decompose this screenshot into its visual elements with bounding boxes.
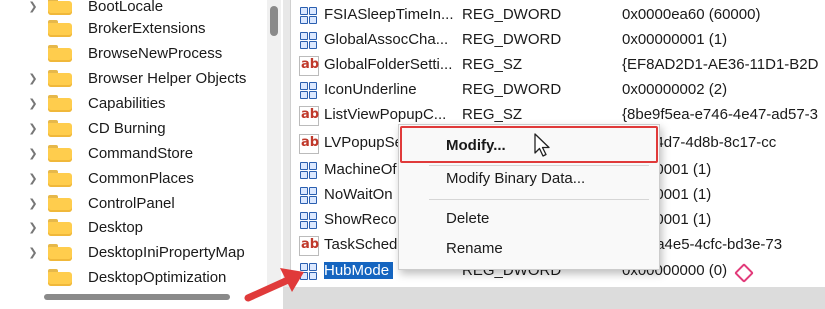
value-data: {8be9f5ea-e746-4e47-ad57-3: [622, 106, 819, 123]
folder-icon: [48, 169, 72, 187]
tree-item-cd-burning[interactable]: ❯ CD Burning: [28, 116, 166, 140]
value-type: REG_SZ: [462, 56, 523, 73]
value-data: 0x00000002 (2): [622, 81, 728, 98]
key-tree-pane[interactable]: ❯ BootLocale BrokerExtensions BrowseNewP…: [0, 0, 265, 287]
folder-icon: [48, 0, 72, 15]
value-row[interactable]: GlobalAssocCha... REG_DWORD 0x00000001 (…: [292, 28, 825, 53]
tree-item-label: ControlPanel: [88, 194, 175, 212]
string-icon: ab: [299, 56, 319, 76]
value-type: REG_SZ: [462, 106, 523, 123]
tree-item-controlpanel[interactable]: ❯ ControlPanel: [28, 191, 175, 215]
chevron-right-icon[interactable]: ❯: [26, 95, 40, 111]
folder-icon: [48, 44, 72, 62]
chevron-right-icon[interactable]: ❯: [26, 120, 40, 136]
annotation-arrow-icon: [244, 268, 304, 302]
chevron-right-icon[interactable]: ❯: [26, 195, 40, 211]
tree-item-label: CommonPlaces: [88, 169, 194, 187]
tree-horizontal-scrollbar-thumb[interactable]: [44, 294, 230, 300]
menu-divider: [429, 199, 649, 200]
value-data: 0x00000001 (1): [622, 31, 728, 48]
xda-logo-icon: [734, 263, 754, 283]
registry-editor-window: ❯ BootLocale BrokerExtensions BrowseNewP…: [0, 0, 825, 287]
string-icon: ab: [299, 134, 319, 154]
folder-icon: [48, 19, 72, 37]
folder-icon: [48, 94, 72, 112]
tree-item-label: BrowseNewProcess: [88, 44, 223, 62]
tree-item-label: Capabilities: [88, 94, 166, 112]
folder-icon: [48, 268, 72, 286]
highlight-box: [400, 126, 658, 163]
tree-item-desktopoptimization[interactable]: DesktopOptimization: [48, 265, 226, 287]
mouse-cursor-icon: [534, 133, 550, 157]
value-data: {EF8AD2D1-AE36-11D1-B2D: [622, 56, 819, 73]
value-name: ListViewPopupC...: [324, 106, 447, 123]
value-type: REG_DWORD: [462, 81, 562, 98]
dword-icon: [299, 6, 319, 26]
chevron-right-icon[interactable]: ❯: [26, 0, 40, 14]
value-row[interactable]: ab GlobalFolderSetti... REG_SZ {EF8AD2D1…: [292, 53, 825, 78]
value-type: REG_DWORD: [462, 6, 562, 23]
tree-item-browser-helper-objects[interactable]: ❯ Browser Helper Objects: [28, 66, 247, 90]
selected-value-name[interactable]: HubMode: [324, 262, 394, 279]
string-icon: ab: [299, 236, 319, 256]
menu-item-modify-binary-data[interactable]: Modify Binary Data...: [399, 164, 659, 192]
tree-vertical-scrollbar[interactable]: [267, 0, 281, 287]
tree-item-capabilities[interactable]: ❯ Capabilities: [28, 91, 166, 115]
dword-icon: [299, 211, 319, 231]
tree-item-desktop[interactable]: ❯ Desktop: [28, 215, 144, 239]
dword-icon: [299, 31, 319, 51]
value-row[interactable]: IconUnderline REG_DWORD 0x00000002 (2): [292, 78, 825, 103]
chevron-right-icon[interactable]: ❯: [26, 244, 40, 260]
tree-item-label: Browser Helper Objects: [88, 69, 247, 87]
folder-icon: [48, 218, 72, 236]
tree-scrollbar-thumb[interactable]: [270, 6, 278, 36]
tree-item-label: CommandStore: [88, 144, 194, 162]
folder-icon: [48, 194, 72, 212]
chevron-right-icon[interactable]: ❯: [26, 145, 40, 161]
value-type: REG_DWORD: [462, 31, 562, 48]
dword-icon: [299, 186, 319, 206]
tree-item-desktopinipropertymap[interactable]: ❯ DesktopIniPropertyMap: [28, 240, 245, 264]
dword-icon: [299, 161, 319, 181]
value-name: IconUnderline: [324, 81, 417, 98]
folder-icon: [48, 69, 72, 87]
tree-item-commandstore[interactable]: ❯ CommandStore: [28, 141, 194, 165]
tree-item-label: CD Burning: [88, 119, 166, 137]
tree-item-brokerextensions[interactable]: BrokerExtensions: [48, 16, 206, 40]
string-icon: ab: [299, 106, 319, 126]
tree-item-label: DesktopOptimization: [88, 268, 227, 286]
value-name: FSIASleepTimeIn...: [324, 6, 454, 23]
tree-item-browsenewprocess[interactable]: BrowseNewProcess: [48, 41, 222, 65]
chevron-right-icon[interactable]: ❯: [26, 170, 40, 186]
value-name: GlobalFolderSetti...: [324, 56, 453, 73]
tree-item-label: BrokerExtensions: [88, 19, 206, 37]
value-name: GlobalAssocCha...: [324, 31, 449, 48]
chevron-right-icon[interactable]: ❯: [26, 219, 40, 235]
folder-icon: [48, 144, 72, 162]
menu-item-rename[interactable]: Rename: [399, 234, 659, 262]
tree-item-commonplaces[interactable]: ❯ CommonPlaces: [28, 166, 194, 190]
folder-icon: [48, 119, 72, 137]
chevron-right-icon[interactable]: ❯: [26, 70, 40, 86]
dword-icon: [299, 81, 319, 101]
tree-item-label: Desktop: [88, 218, 144, 236]
folder-icon: [48, 243, 72, 261]
watermark-text: XDA: [757, 263, 796, 282]
menu-item-delete[interactable]: Delete: [399, 204, 659, 232]
tree-item-label: BootLocale: [88, 0, 164, 15]
value-row[interactable]: FSIASleepTimeIn... REG_DWORD 0x0000ea60 …: [292, 3, 825, 28]
pane-splitter[interactable]: [283, 0, 291, 287]
tree-item-label: DesktopIniPropertyMap: [88, 243, 245, 261]
value-data: 0x0000ea60 (60000): [622, 6, 761, 23]
watermark: XDA: [734, 262, 796, 284]
